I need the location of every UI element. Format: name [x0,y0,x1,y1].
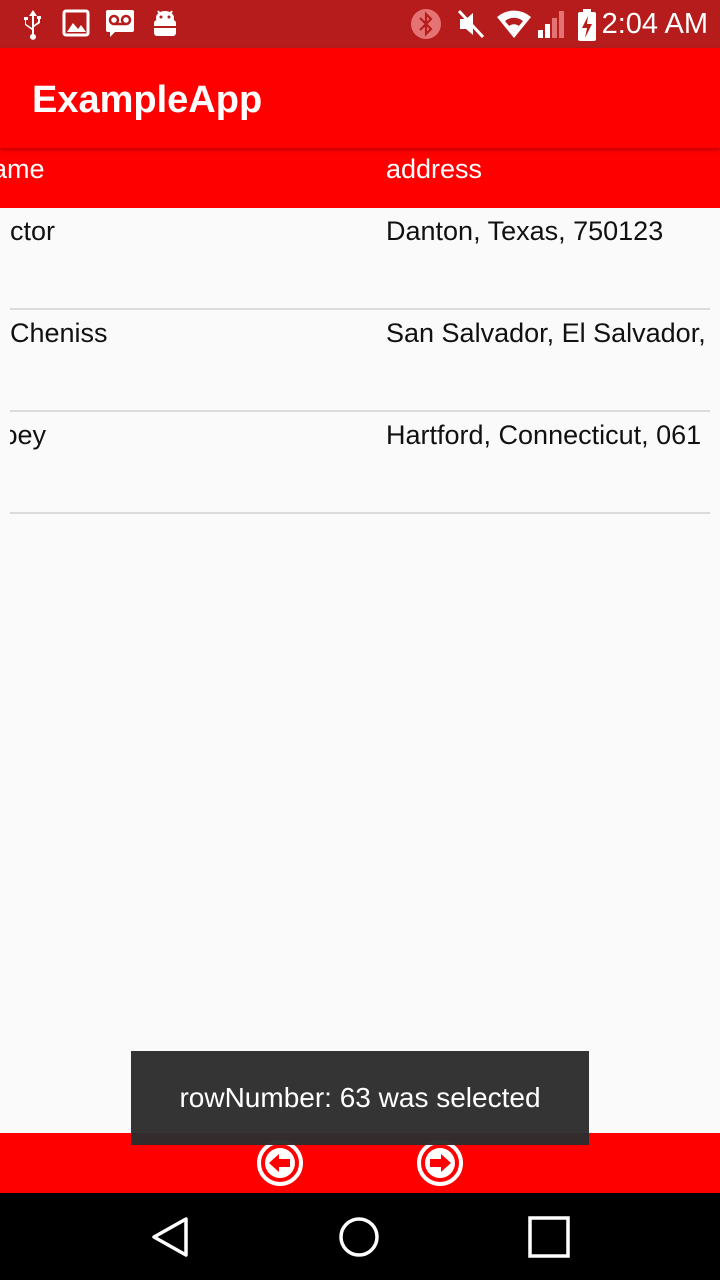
image-icon [62,9,90,37]
status-bar: 2:04 AM [0,0,720,48]
recents-icon[interactable] [525,1213,573,1261]
cell-address: San Salvador, El Salvador, [386,318,706,348]
bluetooth-icon [411,9,441,39]
app-bar: ExampleApp [0,48,720,148]
cell-address: Danton, Texas, 750123 [386,216,664,246]
usb-icon [24,10,41,40]
back-icon[interactable] [146,1213,194,1261]
table-row[interactable]: ctor Danton, Texas, 750123 [10,208,710,310]
cell-name: ɔey [10,420,47,450]
signal-icon [538,11,564,38]
status-time: 2:04 AM [601,8,708,40]
voicemail-icon [106,10,134,37]
prev-page-icon[interactable] [256,1139,304,1187]
table-row[interactable]: Cheniss San Salvador, El Salvador, [10,310,710,412]
android-debug-icon [154,10,176,36]
next-page-icon[interactable] [416,1139,464,1187]
table-row[interactable]: ɔey Hartford, Connecticut, 061 [10,412,710,514]
home-icon[interactable] [335,1213,383,1261]
battery-charging-icon [578,9,596,41]
column-header-name[interactable]: ame [0,152,45,186]
mute-icon [457,9,485,39]
column-header-address[interactable]: address [386,152,482,186]
app-title: ExampleApp [32,79,263,121]
system-nav-bar [0,1193,720,1280]
toast-message: rowNumber: 63 was selected [131,1051,589,1145]
table-header: ame address [0,148,720,208]
wifi-icon [497,10,531,38]
cell-name: Cheniss [10,318,108,348]
cell-name: ctor [10,216,56,246]
cell-address: Hartford, Connecticut, 061 [386,420,702,450]
table-body: ctor Danton, Texas, 750123 Cheniss San S… [0,208,720,514]
